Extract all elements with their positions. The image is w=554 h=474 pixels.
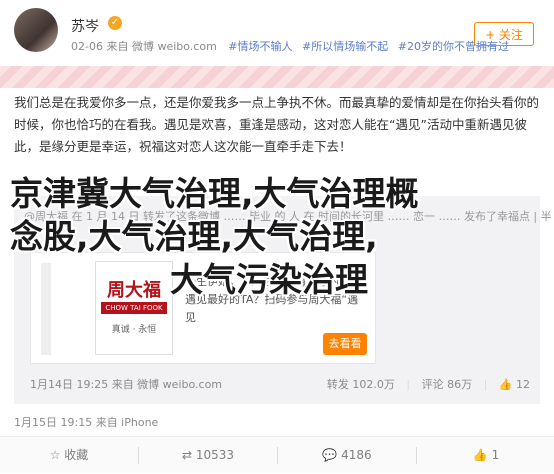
comment-icon: 💬 <box>322 448 342 462</box>
decorative-banner <box>0 66 554 88</box>
favorite-label: 收藏 <box>64 448 89 462</box>
watermark-overlay-text: 京津冀大气治理,大气治理概 念股,大气治理,大气治理, 大气污染治理 <box>10 172 530 301</box>
repost-footer: 1月14日 19:25 来自 微博 weibo.com 转发 102.0万 | … <box>30 376 530 392</box>
overlay-line-3: 大气污染治理 <box>170 260 368 299</box>
like-count[interactable]: 12 <box>516 378 530 391</box>
repost-icon: ⇄ <box>181 448 196 462</box>
logo-tagline: 真诚 · 永恒 <box>111 325 157 335</box>
view-button[interactable]: 去看看 <box>323 333 367 355</box>
post-source[interactable]: 来自 微博 weibo.com <box>106 40 216 53</box>
username[interactable]: 苏岑 <box>71 16 99 36</box>
stat-divider: | <box>483 378 488 391</box>
repost-time[interactable]: 1月14日 19:25 来自 微博 weibo.com <box>30 378 222 391</box>
overlay-line-1: 京津冀大气治理,大气治理概 <box>10 174 419 213</box>
post-header: 苏岑 ✓ 02-06 来自 微博 weibo.com #情场不输人 #所以情场输… <box>0 0 554 66</box>
like-button[interactable]: 👍 1 <box>417 437 554 474</box>
logo-english: CHOW TAI FOOK <box>101 302 167 314</box>
comment-count[interactable]: 评论 86万 <box>422 378 473 391</box>
action-bar: ☆ 收藏 ⇄ 10533 💬 4186 👍 1 <box>0 436 554 473</box>
post-meta: 02-06 来自 微博 weibo.com #情场不输人 #所以情场输不起 #2… <box>71 38 509 54</box>
post-footer: 1月15日 19:15 来自 iPhone <box>14 416 159 429</box>
post-time[interactable]: 02-06 <box>71 40 103 53</box>
avatar[interactable] <box>14 8 58 52</box>
repost-stats: 转发 102.0万 | 评论 86万 | 👍 12 <box>327 376 530 392</box>
tag-1[interactable]: #情场不输人 <box>228 40 292 53</box>
comment-label: 4186 <box>341 448 372 462</box>
thumbs-up-icon: 👍 <box>472 448 492 462</box>
like-label: 1 <box>491 448 500 462</box>
stat-divider: | <box>406 378 411 391</box>
repost-label: 10533 <box>195 448 235 462</box>
repost-count[interactable]: 转发 102.0万 <box>327 378 395 391</box>
follow-button[interactable]: + 关注 <box>474 22 534 46</box>
comment-button[interactable]: 💬 4186 <box>278 437 416 474</box>
overlay-line-2: 念股,大气治理,大气治理, <box>10 217 378 256</box>
star-icon: ☆ <box>49 448 65 462</box>
favorite-button[interactable]: ☆ 收藏 <box>0 437 138 474</box>
post-text: 我们总是在我爱你多一点，还是你爱我多一点上争执不休。而最真挚的爱情却是在你抬头看… <box>14 95 540 154</box>
tag-2[interactable]: #所以情场输不起 <box>302 40 388 53</box>
verified-icon: ✓ <box>108 16 122 30</box>
like-icon[interactable]: 👍 <box>499 378 513 391</box>
repost-button[interactable]: ⇄ 10533 <box>139 437 277 474</box>
